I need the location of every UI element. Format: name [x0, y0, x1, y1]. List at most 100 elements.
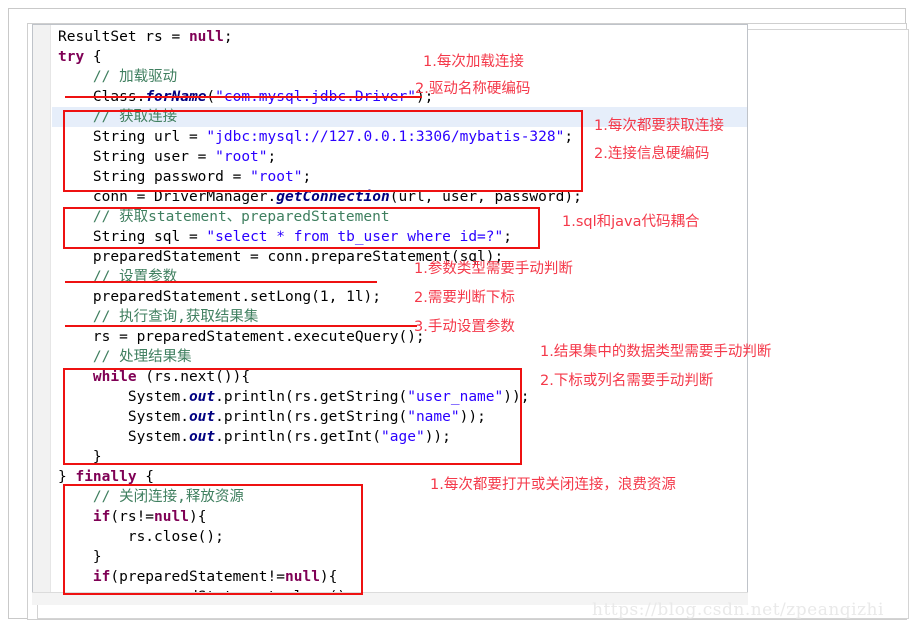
note-close-conn: 1.每次都要打开或关闭连接，浪费资源	[430, 477, 676, 493]
code-token: ));	[424, 429, 451, 445]
code-token: // 加载驱动	[92, 69, 178, 85]
code-line[interactable]: // 执行查询,获取结果集	[52, 307, 747, 327]
note-connection-1: 1.每次都要获取连接	[594, 118, 724, 134]
code-line[interactable]: // 设置参数	[52, 267, 747, 287]
code-token: ;	[223, 29, 233, 45]
code-line[interactable]: preparedStatement = conn.prepareStatemen…	[52, 247, 747, 267]
code-token: System.	[127, 429, 189, 445]
code-token: "age"	[381, 429, 425, 445]
watermark-text: https://blog.csdn.net/zpeanqizhi	[592, 600, 884, 620]
underline-setlong	[65, 281, 377, 283]
editor-gutter	[33, 25, 51, 603]
code-line[interactable]: }	[52, 447, 747, 467]
code-token: (url, user, password);	[389, 189, 582, 205]
code-token: if	[92, 509, 111, 525]
code-line[interactable]: if(preparedStatement!=null){	[52, 567, 747, 587]
code-token: .println(rs.getString(	[215, 409, 408, 425]
note-param-type: 1.参数类型需要手动判断	[414, 261, 573, 277]
code-token: ){	[188, 509, 207, 525]
code-token: rs = preparedStatement.executeQuery();	[92, 329, 425, 345]
code-token: ResultSet rs =	[58, 29, 189, 45]
code-token: String user =	[92, 149, 216, 165]
code-token: String url =	[92, 129, 207, 145]
code-line[interactable]: rs.close();	[52, 527, 747, 547]
note-result-column: 2.下标或列名需要手动判断	[540, 373, 714, 389]
code-line[interactable]: System.out.println(rs.getString("name"))…	[52, 407, 747, 427]
code-token: ;	[564, 129, 574, 145]
code-token: ){	[319, 569, 338, 585]
code-line[interactable]: try {	[52, 47, 747, 67]
code-token: ));	[503, 389, 530, 405]
code-token: getConnection	[276, 189, 390, 205]
code-token: }	[92, 449, 102, 465]
code-line[interactable]: conn = DriverManager.getConnection(url, …	[52, 187, 747, 207]
code-token: System.	[127, 409, 189, 425]
code-token: String password =	[92, 169, 251, 185]
code-line[interactable]: preparedStatement.setLong(1, 1l);	[52, 287, 747, 307]
code-token: ));	[459, 409, 486, 425]
code-token: ;	[302, 169, 312, 185]
underline-executequery	[65, 325, 417, 327]
code-token: conn = DriverManager.	[92, 189, 277, 205]
code-token: null	[285, 569, 320, 585]
code-token: "root"	[215, 149, 268, 165]
code-token: (rs.next()){	[136, 369, 251, 385]
code-content-area[interactable]: ResultSet rs = null; try { // 加载驱动 Class.…	[52, 27, 747, 603]
code-token: out	[188, 389, 216, 405]
code-token: ;	[267, 149, 277, 165]
code-token: try	[58, 49, 85, 65]
code-line[interactable]: }	[52, 547, 747, 567]
code-token: }	[58, 469, 76, 485]
code-line[interactable]: String password = "root";	[52, 167, 747, 187]
code-token: String sql =	[92, 229, 207, 245]
code-token: finally	[75, 469, 137, 485]
code-line[interactable]: System.out.println(rs.getString("user_na…	[52, 387, 747, 407]
code-token: (rs!=	[110, 509, 155, 525]
code-token: "jdbc:mysql://127.0.0.1:3306/mybatis-328…	[206, 129, 565, 145]
note-load-driver-1: 1.每次加载连接	[423, 54, 524, 70]
code-token: {	[84, 49, 102, 65]
code-token: "select * from tb_user where id=?"	[206, 229, 504, 245]
note-result-type: 1.结果集中的数据类型需要手动判断	[540, 344, 772, 360]
code-token: ;	[503, 229, 512, 245]
code-token: {	[136, 469, 155, 485]
code-line[interactable]: if(rs!=null){	[52, 507, 747, 527]
code-token: (preparedStatement!=	[110, 569, 285, 585]
code-token: "name"	[407, 409, 460, 425]
code-token: // 处理结果集	[92, 349, 192, 365]
code-line[interactable]: // 加载驱动	[52, 67, 747, 87]
note-sql-coupling: 1.sql和java代码耦合	[562, 214, 700, 230]
code-editor-panel[interactable]: ResultSet rs = null; try { // 加载驱动 Class.…	[32, 24, 748, 604]
code-token: rs.close();	[127, 529, 224, 545]
code-token: // 执行查询,获取结果集	[92, 309, 259, 325]
code-token: // 关闭连接,释放资源	[92, 489, 244, 505]
code-line[interactable]: System.out.println(rs.getInt("age"));	[52, 427, 747, 447]
code-line[interactable]: ResultSet rs = null;	[52, 27, 747, 47]
code-token: System.	[127, 389, 189, 405]
code-token: "root"	[250, 169, 303, 185]
code-token: // 获取连接	[92, 109, 178, 125]
code-token: .println(rs.getString(	[215, 389, 408, 405]
code-token: while	[92, 369, 137, 385]
